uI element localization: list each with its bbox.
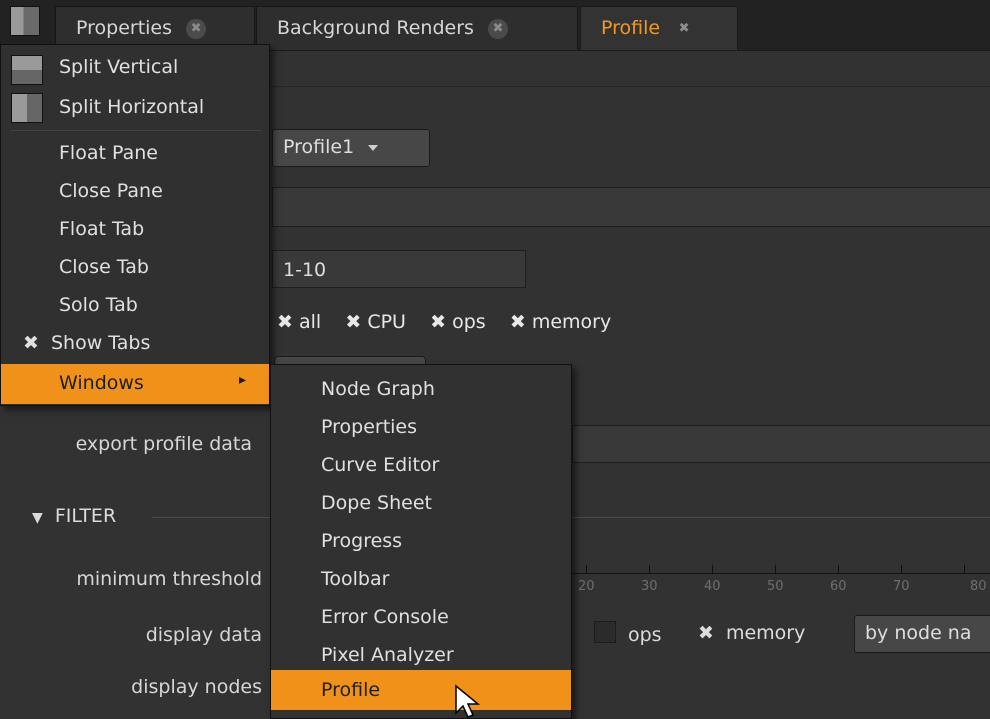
pane-menu-icon[interactable] [10,6,40,36]
menu-item-float-pane[interactable]: Float Pane [1,134,269,172]
checkbox-label: memory [725,622,806,644]
tick-label: 50 [767,579,784,594]
tick [649,565,650,573]
tick [775,565,776,573]
checkbox-label: ops [452,311,486,333]
submenu-item-pixel-analyzer[interactable]: Pixel Analyzer [271,635,571,673]
mouse-cursor-icon [455,684,481,718]
submenu-item-toolbar[interactable]: Toolbar [271,559,571,597]
check-icon: ✖ [698,622,714,644]
dropdown-value: Profile1 [283,136,355,158]
ops-checkbox[interactable]: ✖ ops [430,311,486,333]
tab-profile[interactable]: Profile ✖ [580,6,738,50]
section-divider [152,517,270,518]
check-icon: ✖ [23,332,39,354]
check-icon: ✖ [277,311,293,333]
close-icon[interactable]: ✖ [186,18,207,39]
check-icon: ✖ [345,311,362,333]
submenu-item-node-graph[interactable]: Node Graph [271,369,571,407]
menu-item-show-tabs[interactable]: ✖ Show Tabs [1,324,269,362]
checkbox-label: all [298,311,322,333]
check-icon: ✖ [509,311,526,333]
menu-item-close-tab[interactable]: Close Tab [1,248,269,286]
display-data-label: display data [145,624,262,646]
checkbox-label: ops [628,624,662,646]
tick [712,565,713,573]
profile-text-field[interactable] [272,187,990,227]
menu-item-float-tab[interactable]: Float Tab [1,210,269,248]
tab-label: Properties [76,17,173,39]
export-path-field[interactable] [572,425,990,463]
profile-check-row: ✖ all ✖ CPU ✖ ops ✖ memory [277,311,611,333]
min-threshold-label: minimum threshold [76,568,262,590]
tick [901,565,902,573]
menu-separator [11,130,261,131]
tick-label: 60 [830,579,847,594]
tick [586,565,587,573]
menu-item-split-vertical[interactable]: Split Vertical [1,48,269,86]
menu-item-label: Show Tabs [50,332,151,354]
menu-item-windows[interactable]: Windows ▸ [1,364,269,404]
memory-checkbox[interactable]: ✖ memory [510,311,611,333]
submenu-item-dope-sheet[interactable]: Dope Sheet [271,483,571,521]
export-label: export profile data [75,433,252,455]
tick-label: 20 [578,579,595,594]
submenu-arrow-icon: ▸ [239,372,247,388]
section-divider [572,517,990,518]
submenu-item-error-console[interactable]: Error Console [271,597,571,635]
tick [838,565,839,573]
pane-context-menu: Split Vertical Split Horizontal Float Pa… [0,44,270,406]
checkbox-label: CPU [367,311,406,333]
ops-checkbox-unchecked[interactable] [594,621,616,643]
submenu-item-properties[interactable]: Properties [271,407,571,445]
submenu-item-profile[interactable]: Profile [271,670,571,710]
tab-label: Background Renders [277,17,474,39]
tick-label: 30 [641,579,658,594]
chevron-down-icon [368,144,379,151]
tick-label: 80 [970,579,987,594]
menu-item-split-horizontal[interactable]: Split Horizontal [1,88,269,126]
display-nodes-label: display nodes [131,676,262,698]
check-icon: ✖ [430,311,447,333]
tab-background-renders[interactable]: Background Renders ✖ [256,6,578,50]
menu-item-label: Windows [59,372,144,394]
cpu-checkbox[interactable]: ✖ CPU [345,311,406,333]
windows-submenu: Node Graph Properties Curve Editor Dope … [270,364,572,719]
filter-section-header[interactable]: ▼ FILTER [32,505,116,527]
close-icon[interactable]: ✖ [674,19,694,39]
checkbox-label: memory [531,311,612,333]
threshold-scale: 20 30 40 50 60 70 80 [572,563,990,594]
tick-label: 70 [893,579,910,594]
submenu-item-progress[interactable]: Progress [271,521,571,559]
submenu-item-curve-editor[interactable]: Curve Editor [271,445,571,483]
menu-item-close-pane[interactable]: Close Pane [1,172,269,210]
section-title: FILTER [54,505,117,527]
all-checkbox[interactable]: ✖ all [277,311,321,333]
close-icon[interactable]: ✖ [487,18,508,39]
tab-label: Profile [601,17,661,39]
sort-dropdown[interactable]: by node na [854,615,990,653]
frame-range-input[interactable]: 1-10 [272,250,526,288]
memory-checkbox[interactable]: ✖ memory [698,622,805,644]
menu-item-solo-tab[interactable]: Solo Tab [1,286,269,324]
profile-dropdown[interactable]: Profile1 [272,129,430,167]
tick [964,565,965,573]
collapse-icon: ▼ [32,510,43,526]
frame-range-value: 1-10 [283,259,327,281]
tick-label: 40 [704,579,721,594]
